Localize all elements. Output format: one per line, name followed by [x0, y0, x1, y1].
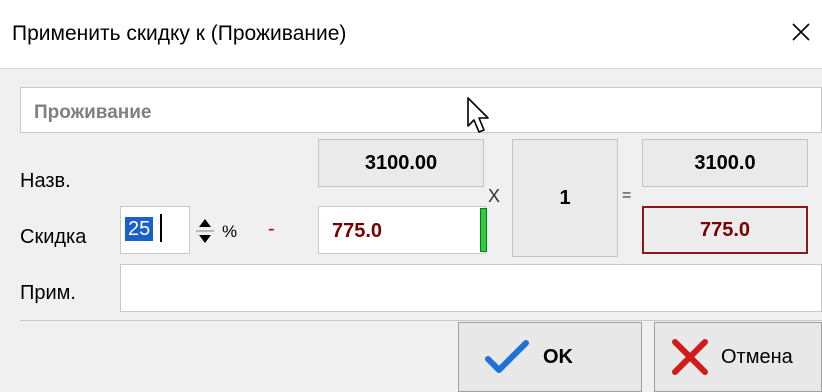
percent-spinner[interactable] [194, 210, 216, 252]
equals-sign: = [622, 187, 632, 204]
mouse-cursor-icon [466, 96, 492, 141]
quantity-box: 1 [512, 139, 618, 257]
price-box: 3100.00 [318, 139, 484, 187]
status-indicator [480, 208, 487, 252]
window-title: Применить скидку к (Проживание) [12, 22, 347, 45]
cancel-x-icon [672, 339, 708, 375]
multiply-sign: X [488, 186, 501, 206]
ok-button-label: OK [543, 345, 573, 368]
note-input[interactable] [120, 264, 822, 312]
spin-up-icon[interactable] [199, 219, 211, 227]
note-label: Прим. [20, 282, 76, 304]
ok-button[interactable]: OK [458, 322, 642, 392]
spin-down-icon[interactable] [199, 235, 211, 243]
name-label: Назв. [20, 170, 71, 192]
discount-label: Скидка [20, 226, 87, 248]
cancel-button[interactable]: Отмена [654, 322, 822, 392]
close-button[interactable] [786, 17, 816, 47]
discount-amount-value: 775.0 [332, 220, 383, 242]
total-box: 3100.0 [642, 139, 808, 187]
percent-sign: % [222, 222, 238, 241]
close-icon [792, 23, 810, 41]
text-caret [160, 214, 162, 242]
separator [20, 320, 822, 321]
minus-sign: - [268, 218, 275, 240]
total-discount-box: 775.0 [642, 206, 808, 254]
checkmark-icon [485, 340, 529, 373]
discount-percent-value: 25 [125, 217, 154, 241]
service-name-value: Проживание [34, 102, 152, 123]
cancel-button-label: Отмена [721, 345, 793, 368]
